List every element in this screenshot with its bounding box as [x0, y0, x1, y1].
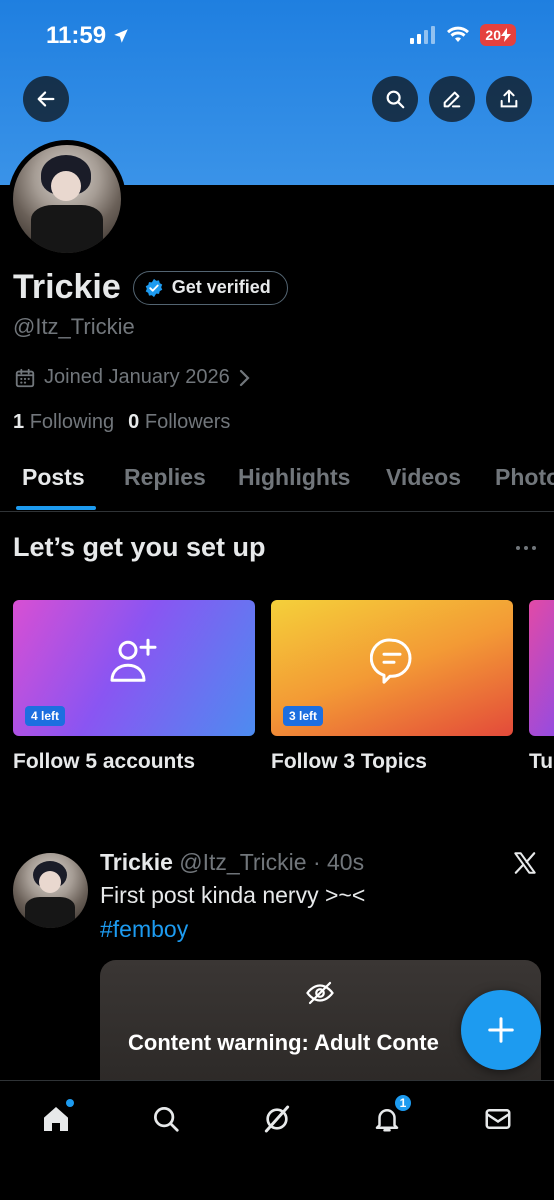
post-hashtag[interactable]: #femboy [100, 916, 188, 943]
post-meta: @Itz_Trickie · 40s [179, 849, 365, 875]
profile-avatar[interactable] [8, 140, 126, 258]
nav-notifications[interactable]: 1 [367, 1093, 413, 1139]
follow-topics-card[interactable]: 3 left [271, 600, 513, 736]
post-author-name[interactable]: Trickie [100, 849, 173, 875]
joined-date[interactable]: Joined January 2026 [14, 366, 252, 389]
third-card-label: Tu [529, 750, 554, 773]
back-button[interactable] [23, 76, 69, 122]
followers-label: Followers [144, 411, 231, 433]
get-verified-label: Get verified [171, 277, 271, 297]
status-icons: 20 [410, 24, 516, 46]
notification-count-badge: 1 [393, 1093, 413, 1113]
mail-icon [485, 1109, 511, 1129]
nav-messages[interactable] [478, 1099, 518, 1139]
setup-title: Let’s get you set up [13, 532, 266, 562]
nav-grok[interactable] [257, 1099, 297, 1139]
follow-accounts-label: Follow 5 accounts [13, 750, 196, 773]
followers-link[interactable]: 0 Followers [128, 411, 230, 434]
location-arrow-icon [114, 29, 128, 43]
charging-bolt-icon [501, 28, 511, 42]
active-tab-indicator [16, 506, 96, 510]
share-icon [500, 89, 518, 108]
profile-handle: @Itz_Trickie [13, 314, 135, 339]
tab-replies[interactable]: Replies [124, 464, 206, 491]
calendar-icon [15, 368, 35, 387]
home-unread-dot [66, 1099, 74, 1107]
post-text: First post kinda nervy >~< [100, 882, 366, 908]
bottom-navigation: 1 [0, 1080, 554, 1200]
profile-tabs: Posts Replies Highlights Videos Photo [0, 452, 554, 512]
x-logo-icon [512, 850, 538, 881]
profile-name: Trickie [13, 268, 121, 306]
followers-count: 0 [128, 411, 140, 433]
accounts-left-badge: 4 left [25, 706, 66, 726]
grok-icon [264, 1105, 290, 1133]
tab-photos[interactable]: Photo [495, 464, 554, 491]
nav-home[interactable] [36, 1099, 76, 1139]
add-user-icon [108, 636, 160, 689]
following-count: 1 [13, 411, 25, 433]
following-link[interactable]: 1 Following [13, 411, 114, 434]
chevron-right-icon [239, 369, 250, 386]
back-arrow-icon [37, 91, 55, 107]
follow-topics-label: Follow 3 Topics [271, 750, 427, 773]
tab-highlights[interactable]: Highlights [238, 464, 350, 491]
topics-left-badge: 3 left [283, 706, 324, 726]
get-verified-button[interactable]: Get verified [132, 270, 288, 305]
tab-posts[interactable]: Posts [22, 464, 85, 491]
wifi-icon [447, 26, 470, 42]
plus-icon [488, 1017, 514, 1043]
avatar-image [13, 145, 121, 253]
joined-text: Joined January 2026 [44, 366, 230, 388]
following-label: Following [29, 411, 115, 433]
content-warning-text: Content warning: Adult Conte [128, 1030, 439, 1055]
pencil-icon [443, 91, 461, 108]
share-button[interactable] [486, 76, 532, 122]
battery-indicator: 20 [480, 24, 516, 46]
more-options-button[interactable] [514, 532, 538, 558]
follow-stats: 1 Following 0 Followers [13, 411, 230, 434]
status-time: 11:59 [46, 22, 130, 50]
signal-icon [410, 26, 436, 44]
post-avatar[interactable] [13, 853, 88, 928]
compose-post-button[interactable] [461, 990, 541, 1070]
search-button[interactable] [372, 76, 418, 122]
nav-search[interactable] [146, 1099, 186, 1139]
follow-accounts-card[interactable]: 4 left [13, 600, 255, 736]
tab-videos[interactable]: Videos [386, 464, 461, 491]
profile-name-row: Trickie Get verified [13, 268, 288, 307]
search-icon [154, 1107, 179, 1132]
search-icon [386, 90, 405, 109]
status-bar: 11:59 20 [0, 0, 554, 70]
topic-icon [369, 636, 414, 689]
home-icon [44, 1107, 68, 1131]
edit-profile-button[interactable] [429, 76, 475, 122]
third-setup-card[interactable] [529, 600, 554, 736]
post-header: Trickie @Itz_Trickie · 40s [100, 849, 364, 876]
more-icon [516, 546, 536, 550]
eye-slash-icon [305, 978, 335, 1013]
verified-badge-icon [145, 278, 162, 297]
